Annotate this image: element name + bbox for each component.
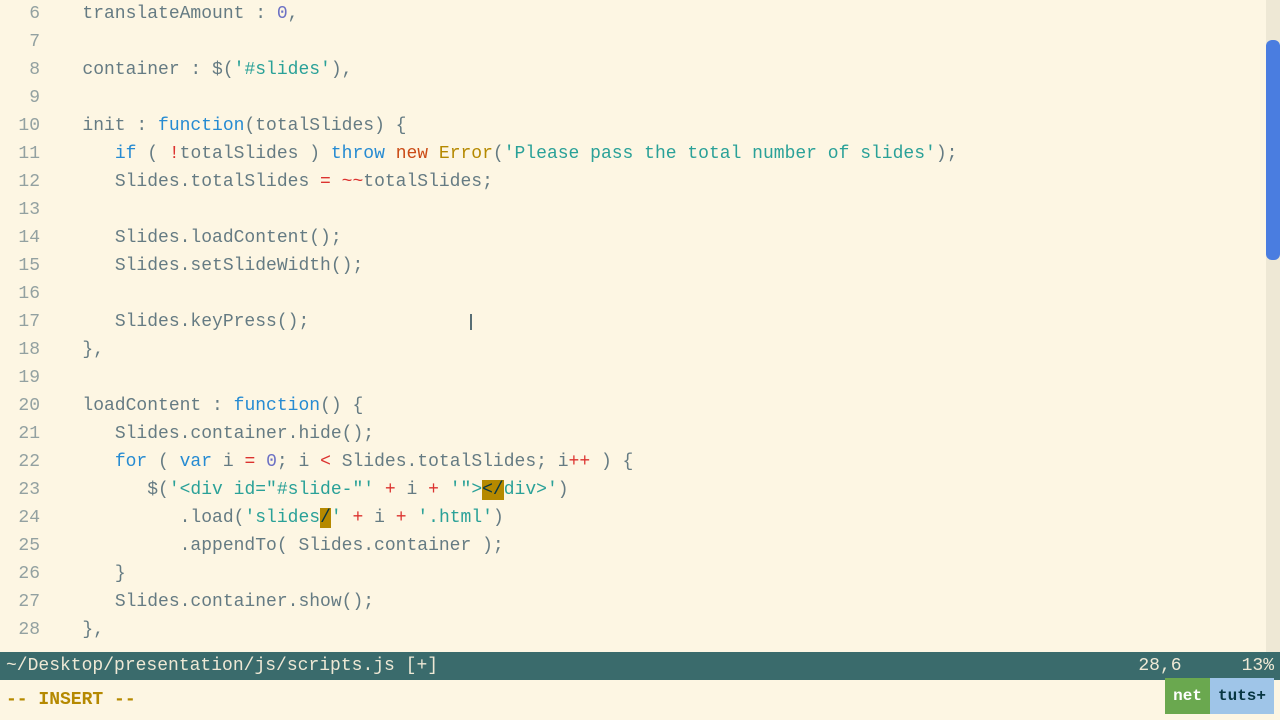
- line-number: 27: [0, 588, 40, 616]
- code-line[interactable]: loadContent : function() {: [50, 392, 1280, 420]
- line-number: 25: [0, 532, 40, 560]
- status-bar: ~/Desktop/presentation/js/scripts.js [+]…: [0, 652, 1280, 680]
- file-path: ~/Desktop/presentation/js/scripts.js [+]: [6, 652, 438, 680]
- scroll-percent: 13%: [1242, 652, 1274, 680]
- line-number: 12: [0, 168, 40, 196]
- code-line[interactable]: .load('slides/' + i + '.html'): [50, 504, 1280, 532]
- vertical-scrollbar-track[interactable]: [1266, 0, 1280, 652]
- line-number: 13: [0, 196, 40, 224]
- mode-text: -- INSERT --: [6, 686, 136, 714]
- line-number: 23: [0, 476, 40, 504]
- line-number: 15: [0, 252, 40, 280]
- code-line[interactable]: for ( var i = 0; i < Slides.totalSlides;…: [50, 448, 1280, 476]
- code-line[interactable]: [50, 280, 1280, 308]
- code-line[interactable]: container : $('#slides'),: [50, 56, 1280, 84]
- line-number: 24: [0, 504, 40, 532]
- code-line[interactable]: Slides.setSlideWidth();: [50, 252, 1280, 280]
- code-area[interactable]: translateAmount : 0, container : $('#sli…: [50, 0, 1280, 652]
- line-number: 10: [0, 112, 40, 140]
- code-line[interactable]: },: [50, 616, 1280, 644]
- line-number: 7: [0, 28, 40, 56]
- mode-indicator-bar: -- INSERT --: [0, 680, 1280, 720]
- vertical-scrollbar-thumb[interactable]: [1266, 40, 1280, 260]
- code-line[interactable]: Slides.keyPress();: [50, 308, 1280, 336]
- editor-viewport[interactable]: 6789101112131415161718192021222324252627…: [0, 0, 1280, 652]
- line-number-gutter: 6789101112131415161718192021222324252627…: [0, 0, 50, 652]
- code-line[interactable]: .appendTo( Slides.container );: [50, 532, 1280, 560]
- line-number: 22: [0, 448, 40, 476]
- line-number: 28: [0, 616, 40, 644]
- code-line[interactable]: init : function(totalSlides) {: [50, 112, 1280, 140]
- line-number: 17: [0, 308, 40, 336]
- line-number: 20: [0, 392, 40, 420]
- code-line[interactable]: },: [50, 336, 1280, 364]
- line-number: 21: [0, 420, 40, 448]
- code-line[interactable]: Slides.container.show();: [50, 588, 1280, 616]
- code-line[interactable]: Slides.totalSlides = ~~totalSlides;: [50, 168, 1280, 196]
- code-line[interactable]: Slides.loadContent();: [50, 224, 1280, 252]
- code-line[interactable]: [50, 364, 1280, 392]
- watermark: net tuts+: [1165, 678, 1274, 714]
- watermark-right: tuts+: [1210, 678, 1274, 714]
- code-line[interactable]: [50, 196, 1280, 224]
- line-number: 9: [0, 84, 40, 112]
- line-number: 6: [0, 0, 40, 28]
- code-line[interactable]: Slides.container.hide();: [50, 420, 1280, 448]
- line-number: 19: [0, 364, 40, 392]
- code-line[interactable]: [50, 28, 1280, 56]
- line-number: 16: [0, 280, 40, 308]
- code-line[interactable]: }: [50, 560, 1280, 588]
- text-cursor: [470, 314, 472, 330]
- line-number: 18: [0, 336, 40, 364]
- line-number: 8: [0, 56, 40, 84]
- cursor-position: 28,6: [1138, 652, 1181, 680]
- code-line[interactable]: translateAmount : 0,: [50, 0, 1280, 28]
- line-number: 14: [0, 224, 40, 252]
- code-line[interactable]: if ( !totalSlides ) throw new Error('Ple…: [50, 140, 1280, 168]
- line-number: 26: [0, 560, 40, 588]
- line-number: 11: [0, 140, 40, 168]
- watermark-left: net: [1165, 678, 1210, 714]
- code-line[interactable]: $('<div id="#slide-"' + i + '"></div>'): [50, 476, 1280, 504]
- code-line[interactable]: [50, 84, 1280, 112]
